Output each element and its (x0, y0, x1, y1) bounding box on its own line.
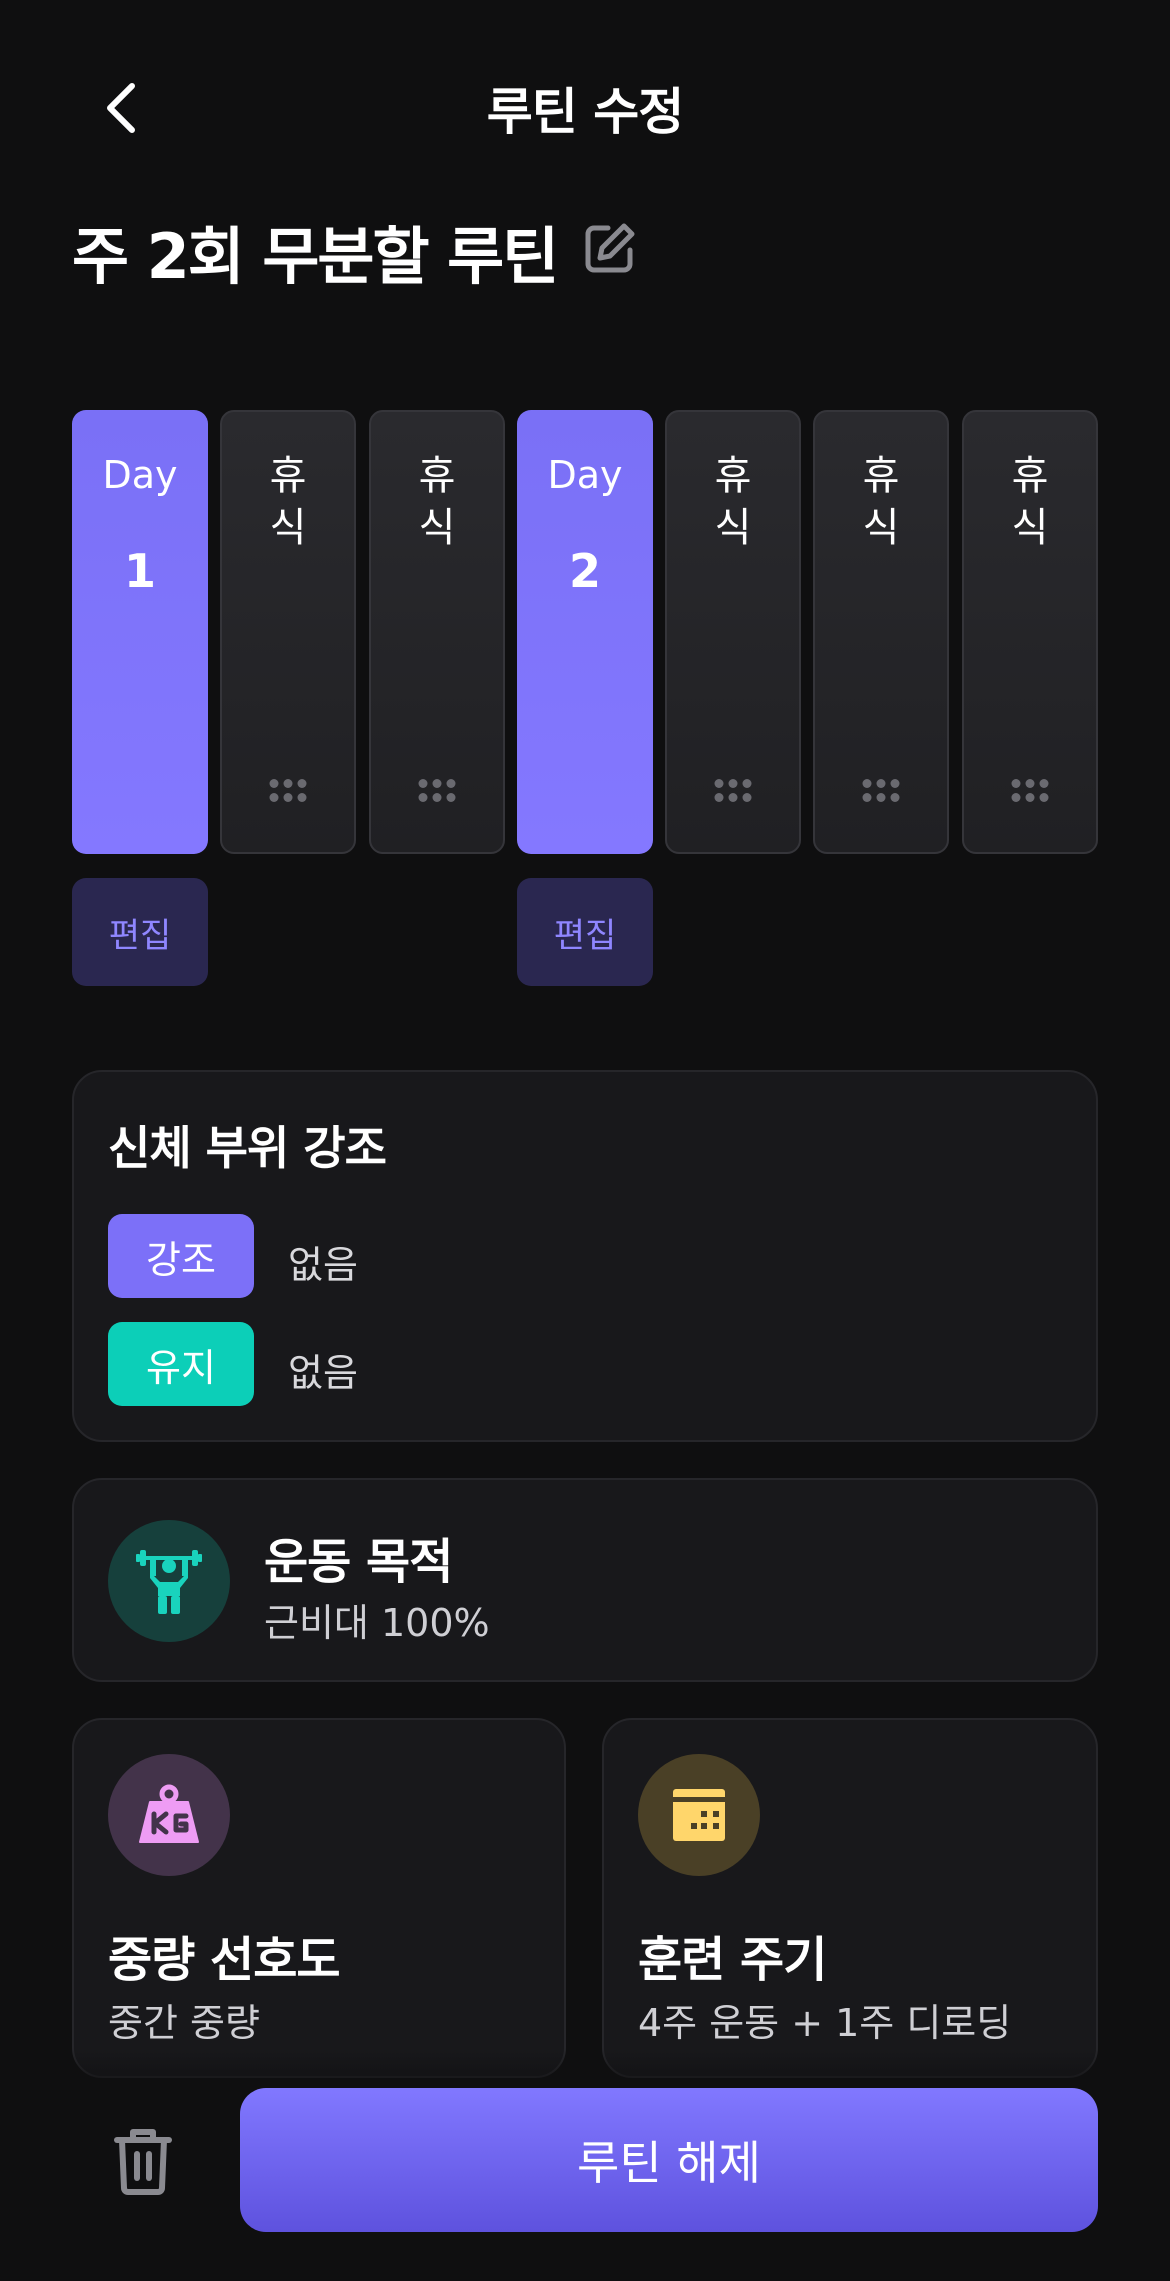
weight-preference-value: 중간 중량 (108, 2001, 260, 2045)
rest-label: 휴 (269, 453, 307, 499)
emphasis-card-title: 신체 부위 강조 (108, 1121, 387, 1175)
day-label: Day (102, 453, 178, 497)
rest-label: 식 (714, 505, 752, 551)
day-card-1[interactable]: Day 1 (72, 410, 208, 854)
page-title: 루틴 수정 (486, 83, 684, 141)
rest-card[interactable]: 휴 식 (962, 410, 1098, 854)
kettlebell-kg-icon (139, 1784, 199, 1843)
drag-handle-icon[interactable] (1011, 779, 1049, 802)
trash-icon (114, 2129, 172, 2195)
rest-card[interactable]: 휴 식 (369, 410, 505, 854)
rest-label: 식 (862, 505, 900, 551)
weight-preference-card[interactable]: 중량 선호도 중간 중량 (72, 1718, 566, 2078)
goal-icon-circle (108, 1520, 230, 1642)
release-routine-button[interactable]: 루틴 해제 (240, 2088, 1098, 2232)
training-cycle-title: 훈련 주기 (638, 1932, 827, 1988)
cycle-icon-circle (638, 1754, 760, 1876)
edit-day-1-button[interactable]: 편집 (72, 878, 208, 986)
rest-label: 휴 (418, 453, 456, 499)
weight-icon-circle (108, 1754, 230, 1876)
rest-label: 식 (1011, 505, 1049, 551)
maintain-value: 없음 (288, 1351, 358, 1395)
goal-value: 근비대 100% (264, 1601, 490, 1645)
day-label: Day (547, 453, 623, 497)
rest-card[interactable]: 휴 식 (220, 410, 356, 854)
emphasis-value: 없음 (288, 1243, 358, 1287)
maintain-badge: 유지 (108, 1322, 254, 1406)
drag-handle-icon[interactable] (418, 779, 456, 802)
drag-handle-icon[interactable] (714, 779, 752, 802)
rest-card[interactable]: 휴 식 (665, 410, 801, 854)
weight-preference-title: 중량 선호도 (108, 1932, 341, 1988)
rest-label: 휴 (1011, 453, 1049, 499)
edit-routine-title-button[interactable] (578, 216, 642, 280)
goal-title: 운동 목적 (264, 1534, 453, 1590)
rest-label: 식 (269, 505, 307, 551)
training-cycle-card[interactable]: 훈련 주기 4주 운동 + 1주 디로딩 (602, 1718, 1098, 2078)
rest-card[interactable]: 휴 식 (813, 410, 949, 854)
rest-label: 휴 (714, 453, 752, 499)
rest-label: 휴 (862, 453, 900, 499)
emphasis-badge: 강조 (108, 1214, 254, 1298)
rest-label: 식 (418, 505, 456, 551)
calendar-icon (673, 1789, 725, 1841)
edit-day-2-button[interactable]: 편집 (517, 878, 653, 986)
training-cycle-value: 4주 운동 + 1주 디로딩 (638, 2001, 1012, 2045)
day-number: 1 (123, 544, 156, 598)
drag-handle-icon[interactable] (862, 779, 900, 802)
pencil-square-icon (585, 223, 635, 273)
routine-title: 주 2회 무분할 루틴 (72, 220, 559, 293)
drag-handle-icon[interactable] (269, 779, 307, 802)
day-card-2[interactable]: Day 2 (517, 410, 653, 854)
workout-goal-card[interactable]: 운동 목적 근비대 100% (72, 1478, 1098, 1682)
weightlifter-icon (136, 1550, 202, 1614)
body-part-emphasis-card[interactable]: 신체 부위 강조 강조 없음 유지 없음 (72, 1070, 1098, 1442)
day-number: 2 (568, 544, 601, 598)
delete-routine-button[interactable] (108, 2120, 178, 2202)
